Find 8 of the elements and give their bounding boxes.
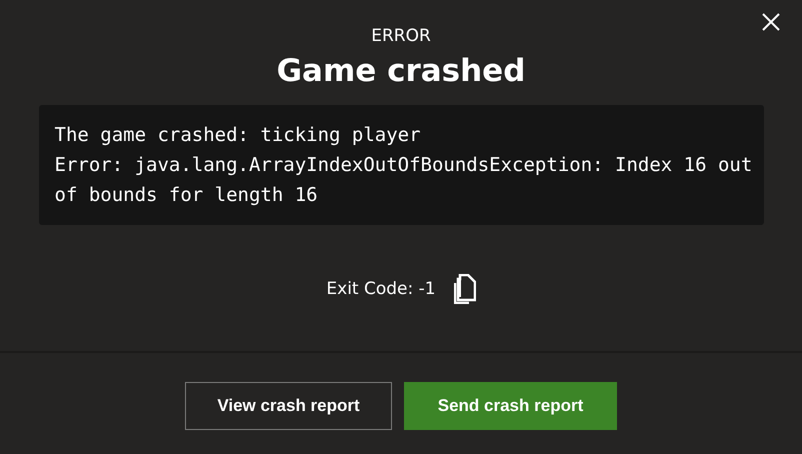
dialog-title: Game crashed	[276, 52, 526, 91]
close-button[interactable]	[761, 12, 781, 32]
view-report-button[interactable]: View crash report	[185, 382, 392, 430]
error-log: The game crashed: ticking player Error: java.lang.ArrayIndexOutOfBoundsException: Index 16 out of bounds for length 16	[38, 105, 764, 225]
copy-icon[interactable]	[454, 274, 476, 304]
exit-code: Exit Code: -1	[326, 279, 436, 299]
send-report-button[interactable]: Send crash report	[404, 382, 617, 430]
dialog-eyebrow: ERROR	[371, 25, 431, 47]
